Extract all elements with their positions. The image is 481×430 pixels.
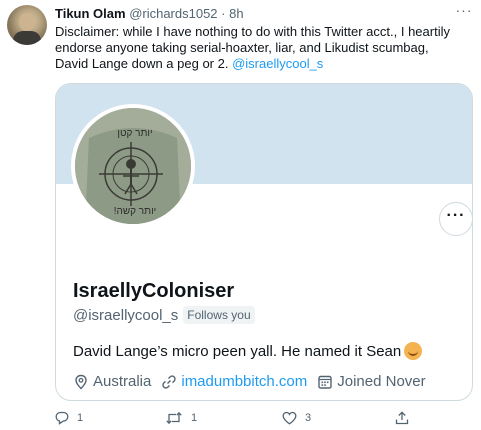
mention-link[interactable]: @israellycool_s — [232, 56, 323, 71]
profile-picture[interactable]: יותר קטן יותר קשה! — [71, 104, 195, 228]
link-icon — [162, 374, 177, 389]
calendar-icon — [318, 375, 332, 389]
share-button[interactable] — [395, 411, 417, 425]
profile-handle[interactable]: @israellycool_s — [73, 307, 178, 324]
like-button[interactable]: 3 — [282, 411, 311, 425]
location-item: Australia — [73, 373, 151, 390]
location-pin-icon — [75, 374, 87, 389]
bio-text: David Lange’s micro peen yall. He named … — [73, 343, 402, 360]
website-item[interactable]: imadumbbitch.com — [161, 373, 307, 390]
reply-button[interactable]: 1 — [55, 411, 83, 425]
retweet-icon — [166, 411, 182, 425]
tweet-text: Disclaimer: while I have nothing to do w… — [55, 24, 465, 72]
shirt-text-bottom: יותר קשה! — [113, 206, 157, 217]
like-count: 3 — [305, 412, 312, 424]
joined-item: Joined Nover — [317, 373, 426, 390]
tweet-actions: 1 1 3 — [0, 411, 481, 427]
retweet-count: 1 — [191, 412, 198, 424]
shirt-text-top: יותר קטן — [117, 128, 153, 139]
tweet[interactable]: Tikun Olam @richards1052 · 8h ··· Discla… — [0, 0, 481, 430]
reply-icon — [55, 411, 69, 425]
profile-bio: David Lange’s micro peen yall. He named … — [73, 342, 423, 360]
heart-icon — [282, 411, 297, 425]
retweet-button[interactable]: 1 — [165, 411, 197, 425]
website-link[interactable]: imadumbbitch.com — [181, 373, 307, 390]
tweet-header: Tikun Olam @richards1052 · 8h — [55, 6, 244, 21]
profile-info-row: Australia imadumbbitch.com Joined Nover — [73, 373, 436, 390]
profile-card[interactable]: יותר קטן יותר קשה! ··· IsraellyColoniser… — [55, 83, 473, 401]
more-horizontal-icon[interactable]: ··· — [439, 202, 472, 236]
author-avatar[interactable] — [7, 5, 47, 45]
location-text: Australia — [93, 373, 152, 390]
joined-text: Joined Nover — [337, 373, 426, 390]
profile-handle-row: @israellycool_s Follows you — [73, 306, 255, 324]
more-horizontal-icon[interactable]: ··· — [454, 3, 474, 20]
avatar-shirt — [13, 31, 41, 45]
share-icon — [395, 411, 409, 425]
reply-count: 1 — [77, 412, 84, 424]
profile-display-name[interactable]: IsraellyColoniser — [73, 280, 234, 303]
follows-you-badge: Follows you — [183, 306, 255, 324]
author-handle-time[interactable]: @richards1052 · 8h — [129, 6, 243, 21]
avatar-face — [19, 13, 35, 31]
grimace-emoji-icon — [404, 342, 423, 360]
author-name[interactable]: Tikun Olam — [55, 6, 126, 21]
